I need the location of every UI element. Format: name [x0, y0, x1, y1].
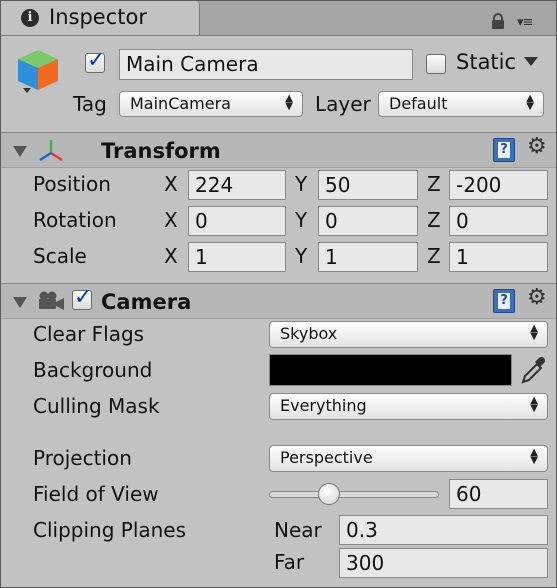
checkmark-icon: ✓ [74, 285, 93, 310]
tab-menu-icon[interactable]: ▾≡ [517, 15, 533, 30]
axis-z-label: Z [427, 172, 441, 196]
culling-mask-label: Culling Mask [33, 394, 160, 418]
transform-axes-icon [37, 137, 65, 167]
position-label: Position [33, 172, 111, 196]
camera-title: Camera [101, 290, 192, 314]
fov-slider-thumb[interactable] [318, 483, 340, 505]
far-field[interactable]: 300 [339, 548, 548, 578]
tag-dropdown[interactable]: MainCamera ▲ ▼ [119, 91, 303, 117]
position-y-field[interactable]: 50 [318, 170, 418, 200]
axis-y-label: Y [295, 172, 308, 196]
updown-arrows-icon: ▲ ▼ [526, 93, 534, 112]
inspector-panel: i Inspector ▾≡ ✓ Main Camera Static Tag … [0, 0, 557, 588]
tab-bar: i Inspector ▾≡ [1, 1, 556, 36]
gameobject-cube-icon [13, 48, 63, 100]
fov-slider-track[interactable] [269, 491, 439, 498]
rotation-label: Rotation [33, 208, 117, 232]
camera-header[interactable]: ✓ Camera ? ⚙ [1, 283, 556, 319]
camera-enabled-toggle[interactable]: ✓ [72, 285, 92, 310]
gear-icon[interactable]: ⚙ [527, 285, 547, 310]
position-x-field[interactable]: 224 [188, 170, 286, 200]
rotation-z-field[interactable]: 0 [449, 206, 548, 236]
axis-x-label: X [164, 172, 178, 196]
scale-y-field[interactable]: 1 [318, 242, 418, 272]
object-name-field[interactable]: Main Camera [119, 49, 413, 80]
info-icon: i [21, 9, 39, 27]
projection-dropdown[interactable]: Perspective ▲ ▼ [269, 445, 548, 472]
updown-arrows-icon: ▲ ▼ [530, 395, 538, 414]
scale-z-field[interactable]: 1 [449, 242, 548, 272]
layer-label: Layer [315, 92, 371, 116]
help-book-icon[interactable]: ? [493, 138, 515, 162]
transform-header[interactable]: Transform ? ⚙ [1, 132, 556, 168]
layer-value: Default [389, 94, 448, 113]
clear-flags-label: Clear Flags [33, 322, 145, 346]
near-field[interactable]: 0.3 [339, 515, 548, 545]
foldout-arrow-icon[interactable] [13, 297, 27, 308]
position-z-field[interactable]: -200 [449, 170, 548, 200]
updown-arrows-icon: ▲ ▼ [530, 323, 538, 342]
projection-value: Perspective [280, 448, 373, 467]
eyedropper-icon[interactable] [519, 354, 547, 390]
static-label: Static [456, 50, 517, 74]
tag-label: Tag [73, 92, 107, 116]
checkmark-icon: ✓ [87, 48, 106, 73]
near-label: Near [274, 518, 322, 542]
axis-y-label: Y [295, 208, 308, 232]
layer-dropdown[interactable]: Default ▲ ▼ [378, 91, 544, 117]
tag-value: MainCamera [130, 94, 231, 113]
scale-label: Scale [33, 244, 87, 268]
rotation-y-field[interactable]: 0 [318, 206, 418, 236]
scale-x-field[interactable]: 1 [188, 242, 286, 272]
tab-label: Inspector [49, 5, 147, 29]
updown-arrows-icon: ▲ ▼ [530, 447, 538, 466]
background-label: Background [33, 358, 153, 382]
culling-mask-value: Everything [280, 396, 367, 415]
static-toggle[interactable] [426, 54, 446, 74]
camera-component-icon [35, 290, 65, 316]
tab-inspector[interactable]: i Inspector [1, 1, 200, 35]
axis-z-label: Z [427, 208, 441, 232]
rotation-x-field[interactable]: 0 [188, 206, 286, 236]
far-label: Far [274, 550, 305, 574]
axis-x-label: X [164, 244, 178, 268]
clear-flags-dropdown[interactable]: Skybox ▲ ▼ [269, 321, 548, 348]
fov-label: Field of View [33, 482, 159, 506]
fov-field[interactable]: 60 [449, 479, 548, 509]
projection-label: Projection [33, 446, 132, 470]
culling-mask-dropdown[interactable]: Everything ▲ ▼ [269, 393, 548, 420]
transform-title: Transform [101, 139, 221, 163]
foldout-arrow-icon[interactable] [13, 146, 27, 157]
background-color-field[interactable] [269, 354, 512, 386]
static-dropdown-icon[interactable] [524, 57, 538, 66]
updown-arrows-icon: ▲ ▼ [285, 93, 293, 112]
axis-z-label: Z [427, 244, 441, 268]
clipping-planes-label: Clipping Planes [33, 518, 187, 542]
axis-x-label: X [164, 208, 178, 232]
clear-flags-value: Skybox [280, 324, 338, 343]
help-book-icon[interactable]: ? [493, 289, 515, 313]
active-toggle[interactable]: ✓ [85, 48, 105, 73]
lock-icon[interactable] [491, 13, 505, 33]
gear-icon[interactable]: ⚙ [527, 134, 547, 159]
axis-y-label: Y [295, 244, 308, 268]
